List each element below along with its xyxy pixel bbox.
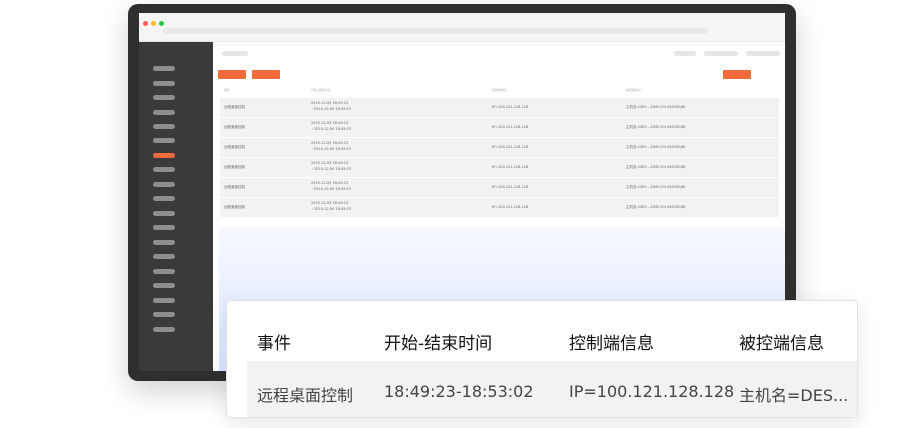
minimize-window-dot[interactable] xyxy=(151,21,156,26)
table-row[interactable]: 远程桌面控制 2019-12-09 18:49:23 ~2019-12-09 1… xyxy=(220,198,779,217)
zoom-header-controlled: 被控端信息 xyxy=(739,334,824,354)
cell-start: 2019-12-09 18:49:23 xyxy=(311,121,349,125)
sidebar-item[interactable] xyxy=(153,81,175,86)
action-button[interactable] xyxy=(252,70,280,79)
sidebar-item-active[interactable] xyxy=(153,153,175,158)
sidebar-item[interactable] xyxy=(153,95,175,100)
zoom-header-time: 开始-结束时间 xyxy=(384,334,493,354)
sidebar xyxy=(139,42,213,371)
page-title-placeholder xyxy=(222,51,248,56)
table-row[interactable]: 远程桌面控制 2019-12-09 18:49:23 ~2019-12-09 1… xyxy=(220,158,779,177)
sidebar-item[interactable] xyxy=(153,283,175,288)
action-button-right[interactable] xyxy=(723,70,751,79)
sidebar-item[interactable] xyxy=(153,167,175,172)
address-bar[interactable] xyxy=(163,28,708,34)
cell-controlled: 主机名=DES....DEM-20140630GJW xyxy=(626,205,686,209)
cell-start: 2019-12-09 18:49:23 xyxy=(311,181,349,185)
cell-controlled: 主机名=DES....DEM-20140630GJW xyxy=(626,185,686,189)
table-header-controller: 控制端信息 xyxy=(492,88,508,92)
sidebar-item[interactable] xyxy=(153,254,175,259)
cell-controlled: 主机名=DES....DEM-20140630GJW xyxy=(626,145,686,149)
cell-controlled: 主机名=DES....DEM-20140630GJW xyxy=(626,165,686,169)
table-header-event: 事件 xyxy=(224,88,231,92)
zoom-header-event: 事件 xyxy=(257,334,291,354)
zoom-cell-controller: IP=100.121.128.128 xyxy=(569,382,735,401)
cell-event: 远程桌面控制 xyxy=(224,145,245,149)
cell-controlled: 主机名=DES....DEM-20140630GJW xyxy=(626,105,686,109)
sidebar-item[interactable] xyxy=(153,196,175,201)
table-header-time: 开始-结束时间 xyxy=(311,88,331,92)
sidebar-item[interactable] xyxy=(153,124,175,129)
browser-chrome xyxy=(139,13,785,42)
cell-start: 2019-12-09 18:49:23 xyxy=(311,161,349,165)
sidebar-item[interactable] xyxy=(153,138,175,143)
cell-controller: IP=100.121.128.128 xyxy=(492,205,529,209)
cell-end: ~2019-12-09 18:49:23 xyxy=(311,187,352,191)
table-row[interactable]: 远程桌面控制 2019-12-09 18:49:23 ~2019-12-09 1… xyxy=(220,118,779,137)
sidebar-item[interactable] xyxy=(153,327,175,332)
cell-event: 远程桌面控制 xyxy=(224,165,245,169)
cell-event: 远程桌面控制 xyxy=(224,185,245,189)
cell-controller: IP=100.121.128.128 xyxy=(492,145,529,149)
maximize-window-dot[interactable] xyxy=(159,21,164,26)
cell-start: 2019-12-09 18:49:23 xyxy=(311,101,349,105)
sidebar-item[interactable] xyxy=(153,269,175,274)
cell-controlled: 主机名=DES....DEM-20140630GJW xyxy=(626,125,686,129)
table-row[interactable]: 远程桌面控制 2019-12-09 18:49:23 ~2019-12-09 1… xyxy=(220,178,779,197)
cell-event: 远程桌面控制 xyxy=(224,125,245,129)
cell-end: ~2019-12-09 18:49:23 xyxy=(311,107,352,111)
sidebar-item[interactable] xyxy=(153,66,175,71)
zoom-header-controller: 控制端信息 xyxy=(569,334,654,354)
sidebar-item[interactable] xyxy=(153,225,175,230)
cell-controller: IP=100.121.128.128 xyxy=(492,185,529,189)
cell-start: 2019-12-09 18:49:23 xyxy=(311,201,349,205)
table-row[interactable]: 远程桌面控制 2019-12-09 18:49:23 ~2019-12-09 1… xyxy=(220,98,779,117)
cell-event: 远程桌面控制 xyxy=(224,205,245,209)
cell-controller: IP=100.121.128.128 xyxy=(492,165,529,169)
sidebar-item[interactable] xyxy=(153,298,175,303)
sidebar-item[interactable] xyxy=(153,211,175,216)
cell-start: 2019-12-09 18:49:23 xyxy=(311,141,349,145)
cell-end: ~2019-12-09 18:49:23 xyxy=(311,167,352,171)
zoom-cell-time: 18:49:23-18:53:02 xyxy=(384,382,534,401)
cell-controller: IP=100.121.128.128 xyxy=(492,105,529,109)
sidebar-item[interactable] xyxy=(153,110,175,115)
cell-end: ~2019-12-09 18:49:23 xyxy=(311,127,352,131)
cell-end: ~2019-12-09 18:49:23 xyxy=(311,147,352,151)
action-button[interactable] xyxy=(218,70,246,79)
cell-event: 远程桌面控制 xyxy=(224,105,245,109)
cell-controller: IP=100.121.128.128 xyxy=(492,125,529,129)
header-link-placeholder[interactable] xyxy=(704,51,738,56)
sidebar-item[interactable] xyxy=(153,312,175,317)
table-row[interactable]: 远程桌面控制 2019-12-09 18:49:23 ~2019-12-09 1… xyxy=(220,138,779,157)
sidebar-item[interactable] xyxy=(153,240,175,245)
zoom-cell-controlled: 主机名=DES... xyxy=(739,386,849,405)
sidebar-item[interactable] xyxy=(153,182,175,187)
zoom-cell-event: 远程桌面控制 xyxy=(257,386,354,405)
header-link-placeholder[interactable] xyxy=(746,51,780,56)
header-link-placeholder[interactable] xyxy=(674,51,696,56)
table-header-controlled: 被控端信息 xyxy=(626,88,642,92)
zoomed-row-card: 事件 开始-结束时间 控制端信息 被控端信息 远程桌面控制 18:49:23-1… xyxy=(226,300,858,418)
cell-end: ~2019-12-09 18:49:23 xyxy=(311,207,352,211)
close-window-dot[interactable] xyxy=(143,21,148,26)
